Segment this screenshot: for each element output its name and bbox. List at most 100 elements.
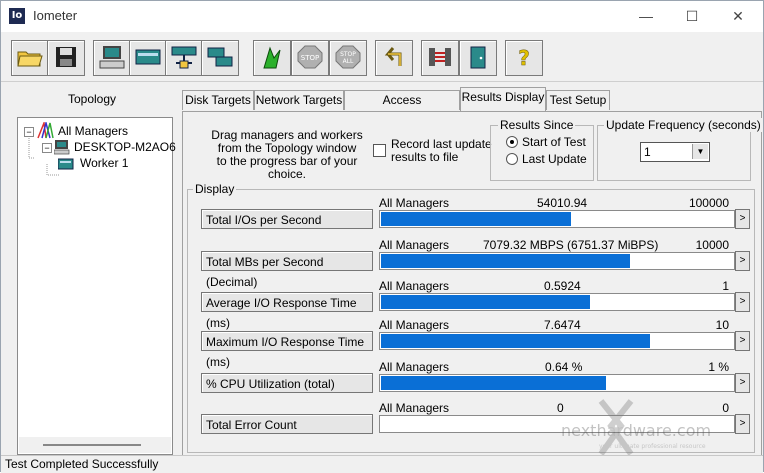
record-last-update-checkbox[interactable] — [373, 144, 386, 157]
open-config-button[interactable] — [11, 40, 49, 76]
metric-manager-label: All Managers — [379, 401, 450, 415]
tree-horizontal-scrollbar[interactable] — [19, 437, 171, 453]
exit-door-icon — [470, 46, 486, 69]
drag-text-line: to the progress bar of your choice. — [216, 154, 358, 181]
metric-more-button[interactable]: > — [735, 209, 750, 229]
network-worker-icon — [171, 46, 197, 69]
svg-text:STOP: STOP — [301, 54, 319, 62]
metric-more-button[interactable]: > — [735, 251, 750, 271]
tree-label: All Managers — [58, 124, 129, 138]
tab-results-display[interactable]: Results Display — [460, 87, 546, 111]
metric-max: 1 — [722, 279, 729, 293]
metric-bar-fill — [381, 212, 571, 226]
metric-value: 54010.94 — [537, 196, 588, 210]
metric-bar-fill — [381, 376, 606, 390]
record-label-line: results to file — [391, 150, 459, 164]
start-of-test-label: Start of Test — [522, 135, 586, 149]
cpu-utilization-button[interactable]: % CPU Utilization (total) — [201, 373, 373, 393]
metric-more-button[interactable]: > — [735, 373, 750, 393]
metric-value: 7.6474 — [544, 318, 581, 332]
tab-disk-targets[interactable]: Disk Targets — [182, 90, 254, 110]
window-title: Iometer — [33, 8, 78, 23]
duplicate-worker-button[interactable] — [201, 40, 239, 76]
status-text: Test Completed Successfully — [5, 457, 159, 471]
last-update-radio[interactable] — [506, 153, 518, 165]
svg-text:your ultimate professional res: your ultimate professional resource — [599, 443, 706, 450]
scrollbar-thumb[interactable] — [43, 444, 141, 446]
maximum-response-time-button[interactable]: Maximum I/O Response Time (ms) — [201, 331, 373, 369]
new-worker-icon — [135, 49, 161, 65]
new-manager-icon — [99, 46, 125, 69]
new-worker-button[interactable] — [129, 40, 167, 76]
topology-tree[interactable]: − All Managers − DESKTOP-M2AO6 Worker 1 — [17, 117, 176, 455]
tab-test-setup[interactable]: Test Setup — [546, 90, 610, 110]
metric-progress-bar[interactable] — [379, 374, 735, 392]
metric-progress-bar[interactable] — [379, 293, 735, 311]
svg-text:?: ? — [518, 46, 530, 70]
disconnect-button[interactable] — [421, 40, 459, 76]
title-bar: Io Iometer — ☐ ✕ — [1, 1, 763, 32]
status-bar: Test Completed Successfully — [1, 455, 763, 473]
network-worker-button[interactable] — [165, 40, 203, 76]
svg-text:ALL: ALL — [343, 58, 354, 65]
metric-progress-bar[interactable] — [379, 210, 735, 228]
tab-access-specifications[interactable]: Access Specifications — [344, 90, 460, 126]
metric-bar-fill — [381, 334, 650, 348]
collapse-icon[interactable]: − — [24, 127, 34, 137]
metric-max: 1 % — [708, 360, 729, 374]
start-of-test-radio[interactable] — [506, 136, 518, 148]
worker-icon — [58, 158, 74, 170]
update-frequency-select[interactable]: 1 ▼ — [640, 142, 710, 162]
iometer-window: Io Iometer — ☐ ✕ STOP STOP ALL ? Topolog… — [0, 0, 764, 473]
update-frequency-title: Update Frequency (seconds) — [604, 118, 763, 132]
reset-workers-button[interactable] — [375, 40, 413, 76]
update-frequency-value: 1 — [644, 145, 651, 159]
new-manager-button[interactable] — [93, 40, 131, 76]
start-flag-icon — [263, 46, 281, 69]
results-since-title: Results Since — [498, 118, 576, 132]
metric-manager-label: All Managers — [379, 318, 450, 332]
stop-icon: STOP — [297, 45, 323, 69]
total-error-count-button[interactable]: Total Error Count — [201, 414, 373, 434]
last-update-label: Last Update — [522, 152, 587, 166]
minimize-button[interactable]: — — [623, 5, 669, 29]
metric-more-button[interactable]: > — [735, 292, 750, 312]
open-folder-icon — [17, 51, 43, 67]
collapse-icon[interactable]: − — [42, 143, 52, 153]
metric-value: 0.5924 — [544, 279, 581, 293]
stop-all-icon: STOPALL — [335, 45, 361, 69]
metric-more-button[interactable]: > — [735, 331, 750, 351]
drag-instructions: Drag managers and workers from the Topol… — [199, 129, 375, 181]
tree-label: DESKTOP-M2AO6 — [74, 140, 176, 154]
metric-max: 10000 — [695, 238, 729, 252]
disconnect-icon — [429, 48, 451, 66]
help-icon: ? — [518, 46, 530, 70]
start-tests-button[interactable] — [253, 40, 291, 76]
tree-label: Worker 1 — [80, 156, 129, 170]
total-ios-button[interactable]: Total I/Os per Second — [201, 209, 373, 229]
metric-manager-label: All Managers — [379, 238, 450, 252]
metric-manager-label: All Managers — [379, 360, 450, 374]
computer-icon — [54, 140, 70, 155]
metric-bar-fill — [381, 254, 630, 268]
save-config-button[interactable] — [47, 40, 85, 76]
help-button[interactable]: ? — [505, 40, 543, 76]
stop-button[interactable]: STOP — [291, 40, 329, 76]
metric-bar-fill — [381, 295, 590, 309]
tab-network-targets[interactable]: Network Targets — [254, 90, 344, 110]
iometer-app-icon: Io — [9, 8, 25, 24]
save-disk-icon — [56, 47, 76, 67]
duplicate-worker-icon — [207, 47, 233, 67]
tab-strip: Disk Targets Network Targets Access Spec… — [182, 87, 762, 126]
average-response-time-button[interactable]: Average I/O Response Time (ms) — [201, 292, 373, 330]
total-mbs-button[interactable]: Total MBs per Second (Decimal) — [201, 251, 373, 289]
stop-all-button[interactable]: STOP ALL — [329, 40, 367, 76]
metric-progress-bar[interactable] — [379, 252, 735, 270]
metric-manager-label: All Managers — [379, 279, 450, 293]
metric-progress-bar[interactable] — [379, 332, 735, 350]
chevron-down-icon[interactable]: ▼ — [692, 144, 708, 159]
maximize-button[interactable]: ☐ — [669, 5, 715, 29]
close-button[interactable]: ✕ — [715, 5, 761, 29]
metric-max: 10 — [715, 318, 729, 332]
exit-button[interactable] — [459, 40, 497, 76]
